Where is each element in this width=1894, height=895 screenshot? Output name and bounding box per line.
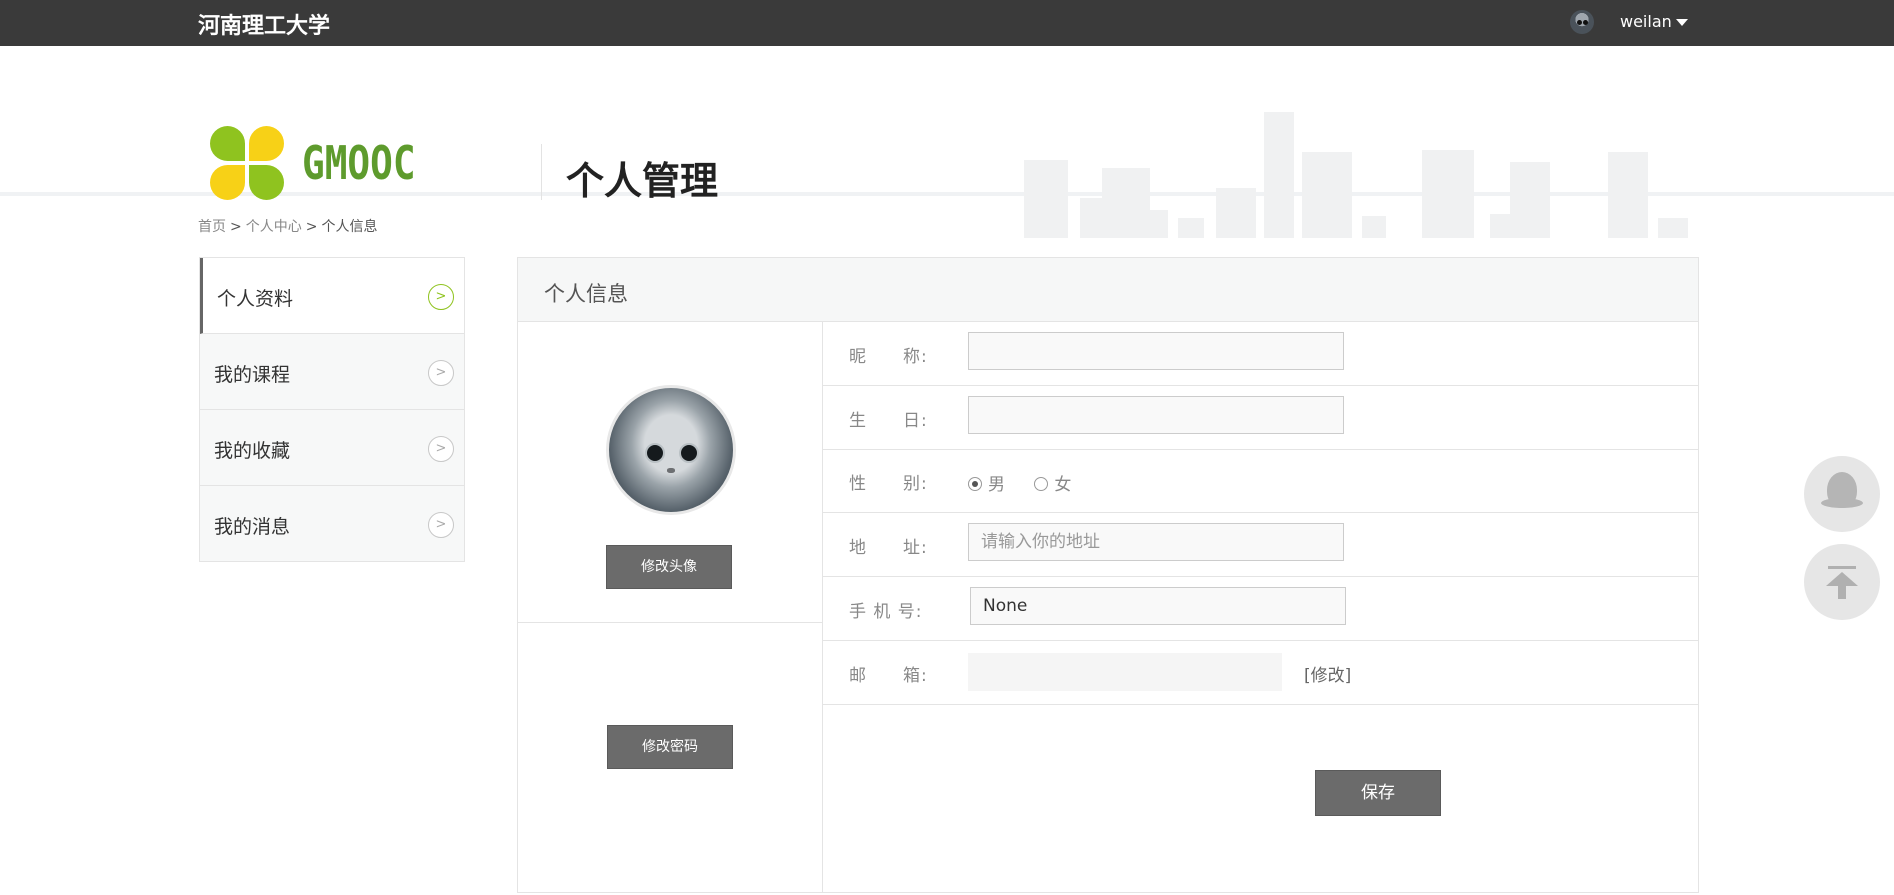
- arrow-up-icon: [1826, 572, 1858, 586]
- chevron-right-icon: >: [428, 284, 454, 310]
- sidebar-item-profile[interactable]: 个人资料 >: [200, 258, 464, 334]
- breadcrumb-separator: >: [305, 219, 318, 235]
- username[interactable]: weilan: [1620, 12, 1672, 31]
- email-row: 邮 箱: [修改]: [823, 641, 1698, 705]
- nickname-input[interactable]: [968, 332, 1344, 370]
- birthday-input[interactable]: [968, 396, 1344, 434]
- profile-form: 昵 称: 生 日: 性 别: 男 女 地 址: 请输入你的地址 手 机 号: N…: [823, 322, 1698, 892]
- chevron-right-icon: >: [428, 360, 454, 386]
- panel-header: 个人信息: [518, 258, 1698, 322]
- sidebar-item-label: 我的课程: [214, 364, 291, 386]
- sidebar-item-label: 个人资料: [217, 288, 294, 310]
- back-to-top-icon: [1828, 566, 1856, 569]
- sidebar-item-courses[interactable]: 我的课程 >: [200, 334, 464, 410]
- skyline-decoration: [1020, 112, 1700, 238]
- page-header: GMOOC 个人管理: [0, 46, 1894, 238]
- gender-label: 性 别:: [849, 474, 928, 494]
- page-title: 个人管理: [566, 159, 719, 203]
- gender-row: 性 别: 男 女: [823, 449, 1698, 513]
- qq-icon: [1821, 472, 1863, 508]
- change-avatar-button[interactable]: 修改头像: [606, 545, 732, 589]
- caret-down-icon[interactable]: [1676, 19, 1688, 26]
- address-input[interactable]: 请输入你的地址: [968, 523, 1344, 561]
- logo-icon[interactable]: [210, 126, 284, 200]
- email-field: [968, 653, 1282, 691]
- gender-radio-group: 男 女: [968, 470, 1095, 495]
- email-label: 邮 箱:: [849, 666, 928, 686]
- gender-female-option[interactable]: 女: [1034, 475, 1071, 495]
- save-button[interactable]: 保存: [1315, 770, 1441, 816]
- address-row: 地 址: 请输入你的地址: [823, 513, 1698, 577]
- breadcrumb: 首页 > 个人中心 > 个人信息: [198, 216, 377, 236]
- address-label: 地 址:: [849, 538, 928, 558]
- gender-female-label: 女: [1054, 475, 1072, 495]
- chevron-right-icon: >: [428, 512, 454, 538]
- sidebar-item-favorites[interactable]: 我的收藏 >: [200, 410, 464, 486]
- breadcrumb-home[interactable]: 首页: [198, 219, 226, 235]
- birthday-row: 生 日:: [823, 386, 1698, 450]
- profile-avatar: [606, 385, 736, 515]
- mobile-input[interactable]: None: [970, 587, 1346, 625]
- sidebar-item-messages[interactable]: 我的消息 >: [200, 486, 464, 562]
- gender-male-option[interactable]: 男: [968, 475, 1005, 495]
- gender-male-label: 男: [988, 475, 1005, 495]
- nickname-label: 昵 称:: [849, 347, 928, 367]
- qq-button[interactable]: [1804, 456, 1880, 532]
- nickname-row: 昵 称:: [823, 322, 1698, 386]
- mobile-row: 手 机 号: None: [823, 577, 1698, 641]
- user-avatar[interactable]: [1570, 10, 1594, 34]
- sidebar-item-label: 我的消息: [214, 516, 291, 538]
- divider: [541, 144, 542, 200]
- sidebar-menu: 个人资料 > 我的课程 > 我的收藏 > 我的消息 >: [199, 257, 465, 562]
- chevron-right-icon: >: [428, 436, 454, 462]
- brand-name[interactable]: GMOOC: [302, 136, 416, 190]
- school-name[interactable]: 河南理工大学: [198, 8, 330, 40]
- edit-email-link[interactable]: [修改]: [1304, 661, 1351, 686]
- profile-panel: 个人信息 修改头像 修改密码 昵 称: 生 日: 性 别: 男 女 地 址: 请…: [517, 257, 1699, 893]
- change-password-button[interactable]: 修改密码: [607, 725, 733, 769]
- sidebar-item-label: 我的收藏: [214, 440, 291, 462]
- breadcrumb-separator: >: [230, 219, 242, 235]
- panel-title: 个人信息: [544, 282, 628, 306]
- avatar-column: 修改头像 修改密码: [518, 322, 823, 892]
- radio-icon[interactable]: [1034, 477, 1049, 491]
- radio-selected-icon[interactable]: [968, 477, 982, 491]
- back-to-top-button[interactable]: [1804, 544, 1880, 620]
- arrow-stem: [1838, 585, 1846, 599]
- birthday-label: 生 日:: [849, 411, 928, 431]
- breadcrumb-center[interactable]: 个人中心: [246, 219, 302, 235]
- top-bar: 河南理工大学 weilan: [0, 0, 1894, 46]
- breadcrumb-current: 个人信息: [321, 219, 378, 235]
- avatar-cell: 修改头像: [518, 322, 822, 623]
- mobile-label: 手 机 号:: [849, 602, 923, 622]
